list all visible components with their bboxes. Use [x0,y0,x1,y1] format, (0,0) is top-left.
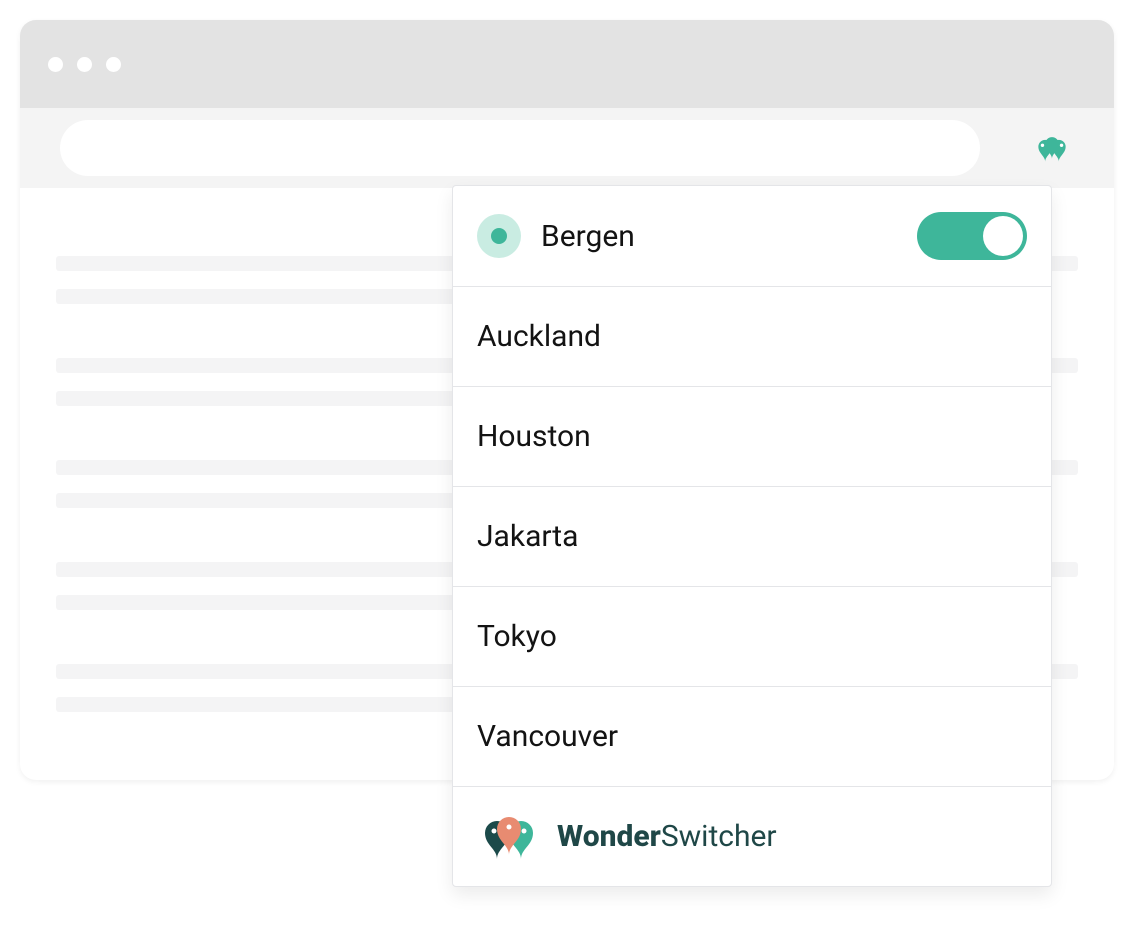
active-indicator-icon [477,214,521,258]
url-bar[interactable] [60,120,980,176]
wonderswitcher-icon [1030,133,1074,163]
location-item[interactable]: Auckland [453,286,1051,386]
brand-name-bold: Wonder [557,819,661,854]
extension-icon[interactable] [1030,133,1074,163]
location-item-active[interactable]: Bergen [453,186,1051,286]
location-item[interactable]: Vancouver [453,686,1051,786]
location-label: Bergen [541,219,917,254]
location-toggle[interactable] [917,212,1027,260]
location-item[interactable]: Tokyo [453,586,1051,686]
wonderswitcher-logo-icon [477,815,541,859]
location-label: Jakarta [477,519,1027,554]
browser-toolbar [20,108,1114,188]
location-label: Auckland [477,319,1027,354]
window-minimize-dot[interactable] [77,57,92,72]
window-close-dot[interactable] [48,57,63,72]
location-label: Vancouver [477,719,1027,754]
location-label: Tokyo [477,619,1027,654]
brand-name: WonderSwitcher [557,819,777,854]
window-chrome [20,20,1114,108]
panel-footer: WonderSwitcher [453,786,1051,886]
window-maximize-dot[interactable] [106,57,121,72]
brand-name-rest: Switcher [661,819,777,854]
location-item[interactable]: Houston [453,386,1051,486]
location-panel: Bergen Auckland Houston Jakarta Tokyo Va… [452,185,1052,887]
location-item[interactable]: Jakarta [453,486,1051,586]
location-label: Houston [477,419,1027,454]
